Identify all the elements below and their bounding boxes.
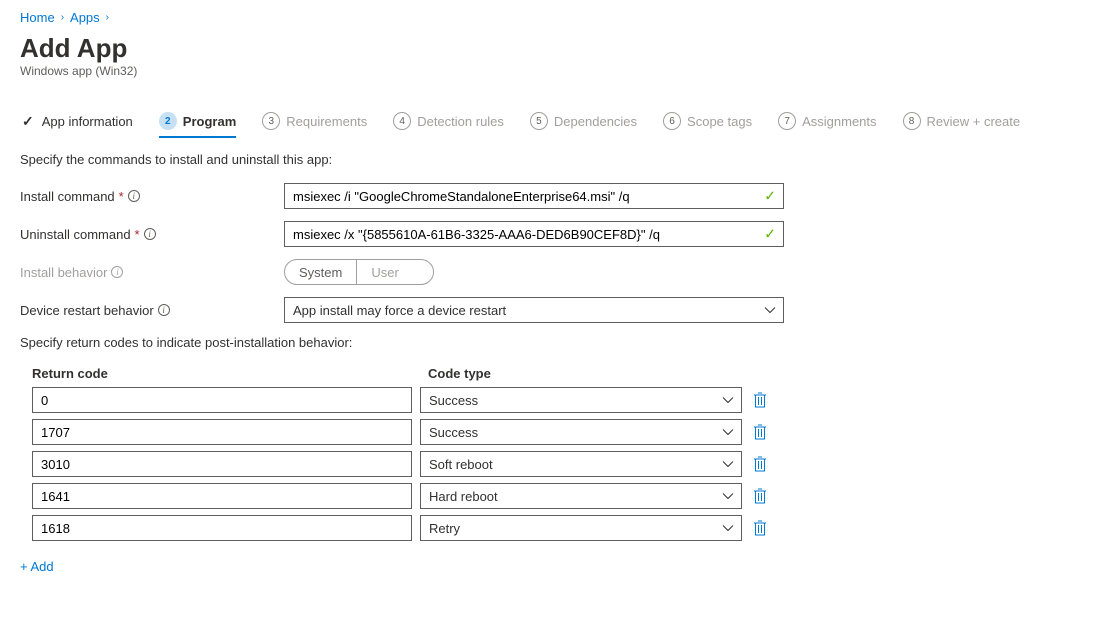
- step-number: 7: [778, 112, 796, 130]
- delete-row-button[interactable]: [750, 390, 770, 410]
- wizard-step-program[interactable]: 2 Program: [159, 112, 236, 138]
- info-icon[interactable]: i: [128, 190, 140, 202]
- code-type-select[interactable]: Retry: [420, 515, 742, 541]
- delete-row-button[interactable]: [750, 518, 770, 538]
- check-icon: ✓: [764, 226, 776, 243]
- return-code-input[interactable]: [32, 451, 412, 477]
- info-icon[interactable]: i: [144, 228, 156, 240]
- return-code-input[interactable]: [32, 387, 412, 413]
- install-command-input[interactable]: [284, 183, 784, 209]
- add-return-code-link[interactable]: + Add: [20, 559, 54, 574]
- check-icon: ✓: [764, 188, 776, 205]
- chevron-right-icon: ›: [106, 12, 109, 23]
- step-label: Detection rules: [417, 114, 504, 129]
- step-label: Scope tags: [687, 114, 752, 129]
- install-command-label: Install command * i: [20, 189, 284, 204]
- code-type-select[interactable]: Soft reboot: [420, 451, 742, 477]
- code-type-select[interactable]: Success: [420, 419, 742, 445]
- breadcrumb-apps[interactable]: Apps: [70, 10, 100, 25]
- col-header-return-code: Return code: [32, 366, 428, 381]
- return-code-row: Soft reboot: [20, 451, 1087, 477]
- wizard-step-review-create[interactable]: 8 Review + create: [903, 112, 1021, 138]
- breadcrumb-home[interactable]: Home: [20, 10, 55, 25]
- return-code-input[interactable]: [32, 483, 412, 509]
- return-codes-description: Specify return codes to indicate post-in…: [20, 335, 1087, 350]
- wizard-step-app-information[interactable]: ✓ App information: [20, 113, 133, 138]
- commands-description: Specify the commands to install and unin…: [20, 152, 1087, 167]
- step-label: Program: [183, 114, 236, 129]
- page-subtitle: Windows app (Win32): [20, 64, 1087, 78]
- wizard-step-requirements[interactable]: 3 Requirements: [262, 112, 367, 138]
- return-code-row: Retry: [20, 515, 1087, 541]
- wizard-step-detection-rules[interactable]: 4 Detection rules: [393, 112, 504, 138]
- info-icon[interactable]: i: [158, 304, 170, 316]
- return-code-row: Hard reboot: [20, 483, 1087, 509]
- install-behavior-toggle[interactable]: System User: [284, 259, 434, 285]
- step-number: 5: [530, 112, 548, 130]
- delete-row-button[interactable]: [750, 486, 770, 506]
- step-number: 6: [663, 112, 681, 130]
- restart-behavior-select[interactable]: App install may force a device restart: [284, 297, 784, 323]
- required-mark: *: [135, 227, 140, 242]
- code-type-select[interactable]: Hard reboot: [420, 483, 742, 509]
- step-label: Requirements: [286, 114, 367, 129]
- return-code-row: Success: [20, 419, 1087, 445]
- wizard-steps: ✓ App information 2 Program 3 Requirements 4 De…: [20, 104, 1087, 142]
- page-title: Add App: [20, 33, 1087, 64]
- install-behavior-option-user[interactable]: User: [357, 260, 412, 284]
- return-codes-table: Return code Code type Success Success Soft…: [20, 366, 1087, 541]
- uninstall-command-label: Uninstall command * i: [20, 227, 284, 242]
- install-behavior-label: Install behavior i: [20, 265, 284, 280]
- info-icon[interactable]: i: [111, 266, 123, 278]
- uninstall-command-input[interactable]: [284, 221, 784, 247]
- code-type-select[interactable]: Success: [420, 387, 742, 413]
- install-behavior-option-system[interactable]: System: [285, 260, 357, 284]
- chevron-right-icon: ›: [61, 12, 64, 23]
- wizard-step-dependencies[interactable]: 5 Dependencies: [530, 112, 637, 138]
- check-icon: ✓: [20, 113, 36, 130]
- step-number: 3: [262, 112, 280, 130]
- step-number: 2: [159, 112, 177, 130]
- step-label: App information: [42, 114, 133, 129]
- step-label: Review + create: [927, 114, 1021, 129]
- delete-row-button[interactable]: [750, 422, 770, 442]
- return-code-row: Success: [20, 387, 1087, 413]
- step-label: Dependencies: [554, 114, 637, 129]
- step-number: 4: [393, 112, 411, 130]
- return-code-input[interactable]: [32, 419, 412, 445]
- delete-row-button[interactable]: [750, 454, 770, 474]
- col-header-code-type: Code type: [428, 366, 750, 381]
- step-number: 8: [903, 112, 921, 130]
- step-label: Assignments: [802, 114, 876, 129]
- required-mark: *: [119, 189, 124, 204]
- wizard-step-scope-tags[interactable]: 6 Scope tags: [663, 112, 752, 138]
- breadcrumb: Home › Apps ›: [20, 0, 1087, 31]
- wizard-step-assignments[interactable]: 7 Assignments: [778, 112, 876, 138]
- return-code-input[interactable]: [32, 515, 412, 541]
- restart-behavior-label: Device restart behavior i: [20, 303, 284, 318]
